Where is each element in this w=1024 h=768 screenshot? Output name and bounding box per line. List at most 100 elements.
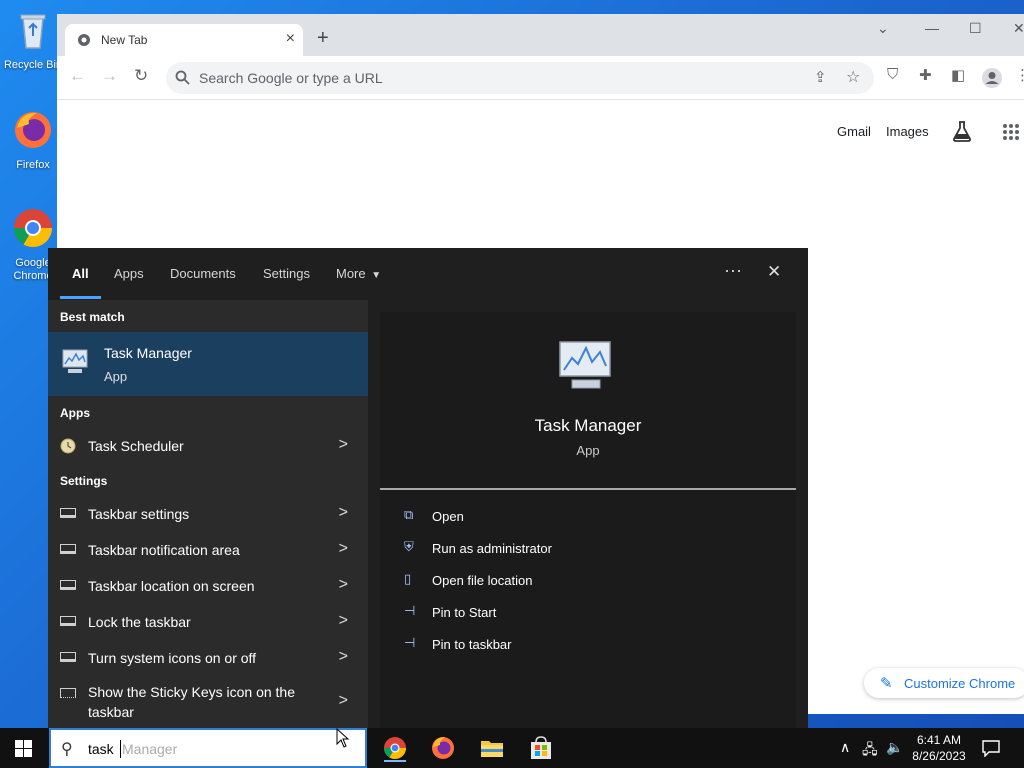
chevron-right-icon[interactable]: > <box>339 692 348 710</box>
taskbar: ⚲ task Manager ∧ 🖧 🔈 6:41 AM 8/26/2023 <box>0 728 1024 768</box>
menu-kebab-icon[interactable]: ⋮ <box>1015 66 1024 84</box>
maximize-button[interactable]: ☐ <box>969 20 982 37</box>
caret-down-icon: ▼ <box>371 270 382 281</box>
taskbar-icon <box>60 544 76 554</box>
result-sticky-keys[interactable]: Show the Sticky Keys icon on the taskbar… <box>48 676 368 724</box>
close-window-button[interactable]: ✕ <box>1013 20 1024 37</box>
result-taskbar-settings[interactable]: Taskbar settings > <box>48 496 368 532</box>
section-best-match: Best match <box>60 310 125 324</box>
result-taskbar-location[interactable]: Taskbar location on screen > <box>48 568 368 604</box>
preview-pane: Task Manager App ⧉ Open ⛨ Run as adminis… <box>380 312 796 728</box>
taskbar-chrome-icon[interactable] <box>380 734 410 762</box>
close-tab-icon[interactable]: × <box>286 30 295 48</box>
forward-button[interactable]: → <box>101 66 118 86</box>
network-icon[interactable]: 🖧 <box>862 739 878 763</box>
tab-documents[interactable]: Documents <box>170 266 236 281</box>
result-label: Task Scheduler <box>88 438 184 454</box>
chevron-right-icon[interactable]: > <box>339 612 348 630</box>
profile-avatar-icon[interactable] <box>981 67 1003 89</box>
active-tab-indicator <box>60 296 101 299</box>
result-system-icons[interactable]: Turn system icons on or off > <box>48 640 368 676</box>
reload-button[interactable]: ↻ <box>134 66 148 86</box>
customize-chrome-button[interactable]: ✎ Customize Chrome <box>864 668 1024 698</box>
windows-logo-icon <box>15 740 32 757</box>
taskbar-store-icon[interactable] <box>526 734 556 762</box>
action-open[interactable]: ⧉ Open <box>404 504 784 530</box>
back-button[interactable]: ← <box>69 66 86 86</box>
chrome-favicon-icon <box>78 34 90 46</box>
volume-icon[interactable]: 🔈 <box>886 739 903 756</box>
result-task-scheduler[interactable]: Task Scheduler > <box>48 428 368 464</box>
taskbar-firefox-icon[interactable] <box>428 734 458 762</box>
clock[interactable]: 6:41 AM 8/26/2023 <box>906 732 972 764</box>
action-label: Pin to Start <box>432 605 497 620</box>
tab-more[interactable]: More ▼ <box>336 266 381 281</box>
minimize-button[interactable]: — <box>925 20 939 36</box>
search-suggestion-text: Manager <box>122 741 178 757</box>
tab-apps[interactable]: Apps <box>114 266 144 281</box>
share-icon[interactable]: ⇪ <box>814 68 827 86</box>
labs-flask-icon[interactable] <box>952 120 972 142</box>
chevron-right-icon[interactable]: > <box>339 504 348 522</box>
section-apps: Apps <box>60 406 90 420</box>
action-run-as-admin[interactable]: ⛨ Run as administrator <box>404 536 784 562</box>
shield-extension-icon[interactable]: ⛉ <box>887 66 898 83</box>
best-match-name: Task Manager <box>104 345 192 361</box>
omnibox[interactable]: Search Google or type a URL ⇪ ☆ <box>166 62 874 94</box>
taskbar-icon <box>60 580 76 590</box>
taskbar-icon <box>60 616 76 626</box>
taskbar-search-box[interactable]: ⚲ task Manager <box>49 728 367 768</box>
tab-search-icon[interactable]: ⌄ <box>877 20 889 37</box>
tab-settings[interactable]: Settings <box>263 266 310 281</box>
chevron-right-icon[interactable]: > <box>339 436 348 454</box>
more-options-icon[interactable]: ··· <box>724 260 742 281</box>
action-label: Pin to taskbar <box>432 637 512 652</box>
start-button[interactable] <box>0 728 48 768</box>
start-search-panel: All Apps Documents Settings More ▼ ··· ✕… <box>48 248 808 728</box>
search-typed-text: task <box>88 741 114 757</box>
best-match-result[interactable]: Task Manager App <box>48 332 368 396</box>
search-filter-tabs: All Apps Documents Settings More ▼ ··· ✕ <box>48 248 808 300</box>
notification-center-icon[interactable] <box>982 739 1000 757</box>
result-lock-taskbar[interactable]: Lock the taskbar > <box>48 604 368 640</box>
action-open-file-location[interactable]: ▯ Open file location <box>404 568 784 594</box>
tab-title: New Tab <box>101 33 148 47</box>
result-taskbar-notification-area[interactable]: Taskbar notification area > <box>48 532 368 568</box>
action-label: Run as administrator <box>432 541 552 556</box>
preview-type: App <box>576 443 600 458</box>
clock-date: 8/26/2023 <box>912 749 966 763</box>
images-link[interactable]: Images <box>886 124 929 139</box>
apps-grid-icon[interactable] <box>1002 123 1020 141</box>
tab-new-tab[interactable]: New Tab × <box>65 24 303 56</box>
action-pin-to-taskbar[interactable]: ⊣ Pin to taskbar <box>404 632 784 658</box>
bookmark-star-icon[interactable]: ☆ <box>846 67 860 87</box>
pin-icon: ⊣ <box>404 603 416 618</box>
mouse-cursor-icon <box>336 728 350 748</box>
new-tab-button[interactable]: + <box>317 28 329 48</box>
chrome-icon <box>13 209 53 248</box>
open-icon: ⧉ <box>404 507 414 522</box>
close-panel-icon[interactable]: ✕ <box>767 262 781 282</box>
action-label: Open <box>432 509 464 524</box>
pencil-icon: ✎ <box>880 675 893 692</box>
side-panel-icon[interactable]: ◧ <box>951 66 965 84</box>
section-settings: Settings <box>60 474 108 488</box>
omnibox-placeholder: Search Google or type a URL <box>199 70 383 86</box>
tab-more-label: More <box>336 266 366 281</box>
chevron-right-icon[interactable]: > <box>339 540 348 558</box>
shield-admin-icon: ⛨ <box>404 539 414 554</box>
action-pin-to-start[interactable]: ⊣ Pin to Start <box>404 600 784 626</box>
taskbar-file-explorer-icon[interactable] <box>477 734 507 762</box>
show-hidden-icons-icon[interactable]: ∧ <box>840 739 850 756</box>
customize-chrome-label: Customize Chrome <box>904 676 1016 691</box>
gmail-link[interactable]: Gmail <box>837 124 871 139</box>
taskbar-icon <box>60 508 76 518</box>
extensions-puzzle-icon[interactable]: ✚ <box>919 66 932 84</box>
preview-title: Task Manager <box>534 416 642 435</box>
chevron-right-icon[interactable]: > <box>339 648 348 666</box>
tab-all[interactable]: All <box>72 266 89 281</box>
result-label: Lock the taskbar <box>88 614 191 630</box>
search-icon: ⚲ <box>61 741 73 758</box>
result-label: Show the Sticky Keys icon on the taskbar <box>88 684 295 720</box>
chevron-right-icon[interactable]: > <box>339 576 348 594</box>
